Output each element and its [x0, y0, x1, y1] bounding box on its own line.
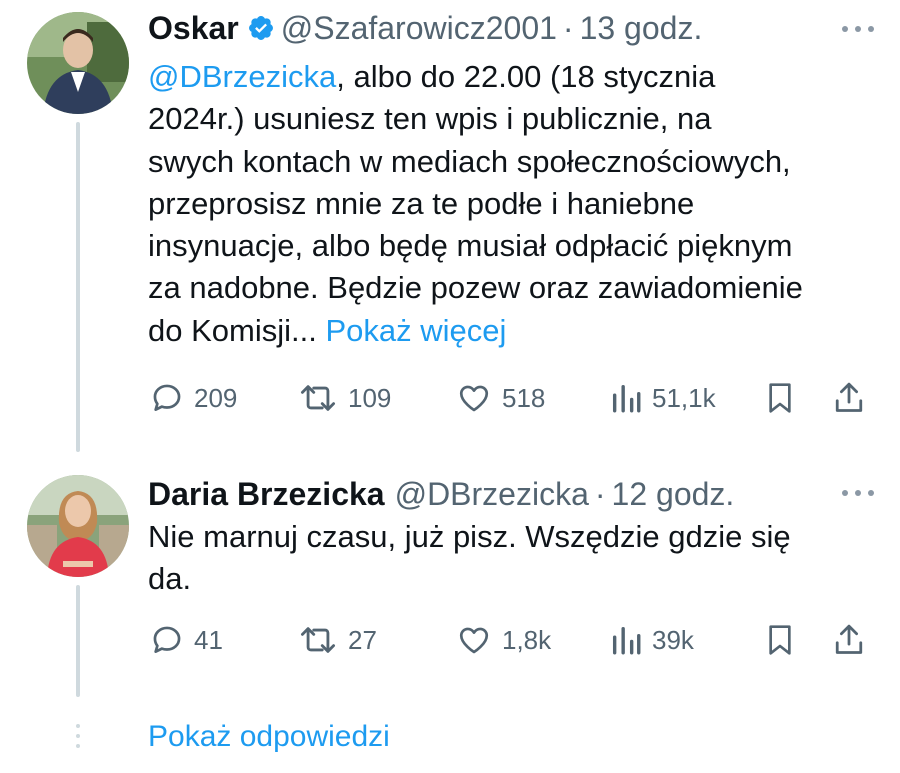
text-line: 2024r.) usuniesz ten wpis i publicznie, …: [148, 101, 712, 137]
text-line: @DBrzezicka, albo do 22.00 (18 stycznia: [148, 56, 883, 98]
share-icon: [835, 382, 863, 412]
text-fragment: do Komisji...: [148, 312, 317, 348]
like-icon: [459, 385, 489, 412]
text-line: da.: [148, 561, 192, 597]
text-line: za nadobne. Będzie pozew oraz zawiadomie…: [148, 270, 803, 306]
separator-dot: ·: [562, 9, 574, 46]
retweet-button[interactable]: 27: [298, 620, 377, 660]
tweet-text: @DBrzezicka, albo do 22.00 (18 stycznia …: [148, 56, 883, 352]
tweet-header: Daria Brzezicka @DBrzezicka · 12 godz.: [148, 476, 734, 512]
more-options-icon[interactable]: [838, 478, 878, 508]
tweet-oskar[interactable]: Oskar @Szafarowicz2001 · 13 godz. @DBrze…: [0, 0, 900, 460]
timestamp[interactable]: 13 godz.: [580, 10, 703, 47]
tweet-header: Oskar @Szafarowicz2001 · 13 godz.: [148, 10, 702, 46]
more-options-icon[interactable]: [838, 14, 878, 44]
timestamp[interactable]: 12 godz.: [612, 476, 735, 513]
show-replies-link[interactable]: Pokaż odpowiedzi: [148, 720, 390, 754]
like-count: 1,8k: [502, 624, 552, 655]
like-button[interactable]: 518: [456, 378, 545, 418]
text-line: swych kontach w mediach społecznościowyc…: [148, 143, 791, 179]
action-bar: 41 27 1,8k 39k: [0, 620, 900, 660]
share-button[interactable]: [832, 378, 866, 418]
like-button[interactable]: 1,8k: [456, 620, 551, 660]
text-fragment: , albo do 22.00 (18 stycznia: [336, 59, 716, 94]
reply-icon: [153, 384, 181, 411]
author-name[interactable]: Daria Brzezicka: [148, 476, 385, 513]
verified-badge-icon: [247, 14, 275, 42]
thread-continuation-dots: [76, 724, 80, 754]
share-icon: [835, 624, 863, 654]
bookmark-button[interactable]: [764, 378, 796, 418]
show-more-link[interactable]: Pokaż więcej: [325, 313, 506, 348]
retweet-count: 27: [348, 624, 377, 655]
reply-count: 209: [194, 382, 238, 413]
views-button[interactable]: 39k: [610, 620, 694, 660]
like-icon: [459, 627, 489, 654]
mention-link[interactable]: @DBrzezicka: [148, 59, 336, 94]
reply-icon: [153, 626, 181, 653]
views-icon: [612, 626, 641, 655]
reply-button[interactable]: 41: [150, 620, 223, 660]
author-handle[interactable]: @Szafarowicz2001: [281, 10, 557, 47]
views-icon: [612, 384, 641, 413]
bookmark-button[interactable]: [764, 620, 796, 660]
text-line: przeprosisz mnie za te podłe i haniebne: [148, 185, 695, 221]
action-bar: 209 109 518 51,1k: [0, 378, 900, 418]
reply-button[interactable]: 209: [150, 378, 237, 418]
bookmark-icon: [769, 383, 791, 413]
retweet-button[interactable]: 109: [298, 378, 391, 418]
avatar-daria[interactable]: [27, 475, 129, 577]
views-button[interactable]: 51,1k: [610, 378, 716, 418]
views-count: 51,1k: [652, 382, 716, 413]
text-line: do Komisji... Pokaż więcej: [148, 310, 883, 352]
text-line: insynuacje, albo będę musiał odpłacić pi…: [148, 228, 793, 264]
tweet-daria[interactable]: Daria Brzezicka @DBrzezicka · 12 godz. N…: [0, 460, 900, 710]
author-handle[interactable]: @DBrzezicka: [395, 476, 589, 513]
retweet-icon: [301, 627, 336, 653]
author-name[interactable]: Oskar: [148, 10, 239, 47]
separator-dot: ·: [594, 475, 606, 512]
retweet-count: 109: [348, 382, 392, 413]
share-button[interactable]: [832, 620, 866, 660]
views-count: 39k: [652, 624, 694, 655]
like-count: 518: [502, 382, 546, 413]
avatar-oskar[interactable]: [27, 12, 129, 114]
tweet-text: Nie marnuj czasu, już pisz. Wszędzie gdz…: [148, 516, 883, 601]
bookmark-icon: [769, 625, 791, 655]
reply-count: 41: [194, 624, 223, 655]
retweet-icon: [301, 385, 336, 411]
text-line: Nie marnuj czasu, już pisz. Wszędzie gdz…: [148, 519, 791, 554]
